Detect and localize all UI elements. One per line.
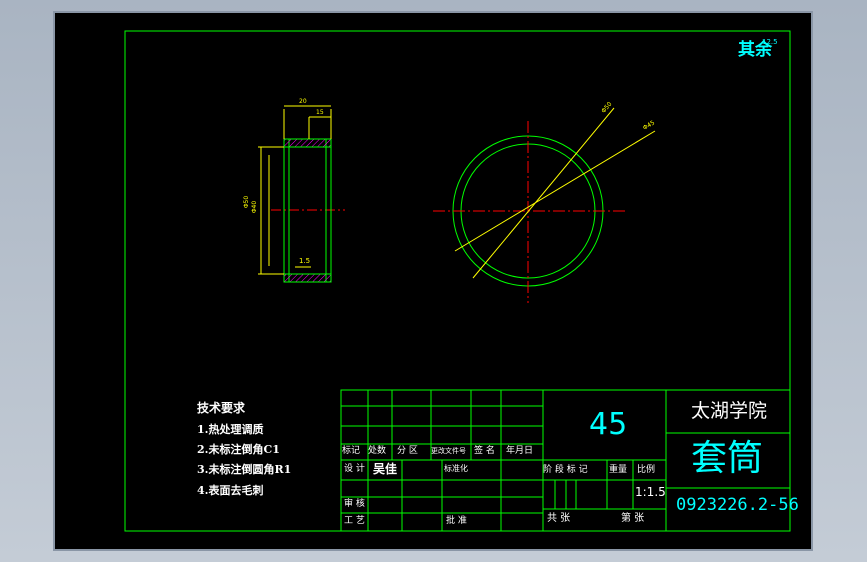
tb-header-date: 年月日 bbox=[506, 446, 534, 456]
drawing-viewport[interactable]: 其余 12.5 20 15 Φ50 Φ40 1.5 Φ50 Φ45 技术要求 1… bbox=[55, 13, 811, 549]
tb-sheet-no-label: 第 张 bbox=[621, 513, 645, 524]
tb-material: 45 bbox=[589, 407, 628, 442]
tb-school-name: 太湖学院 bbox=[691, 400, 768, 422]
tb-weight-label: 重量 bbox=[609, 465, 628, 475]
tb-designer-name: 吴佳 bbox=[373, 462, 398, 476]
tech-note-item: 2.未标注倒角C1 bbox=[197, 443, 280, 456]
overall-width-label: 20 bbox=[299, 98, 307, 105]
tb-stage-label: 阶 段 标 记 bbox=[543, 465, 588, 475]
tb-review-label: 审 核 bbox=[344, 499, 365, 509]
tb-drawing-number: 0923226.2-56 bbox=[676, 495, 799, 515]
inner-diameter-label: Φ40 bbox=[251, 200, 259, 214]
tb-standardize-label: 标准化 bbox=[444, 464, 468, 473]
tb-header-mark: 标记 bbox=[342, 446, 361, 456]
tech-notes-title: 技术要求 bbox=[197, 401, 246, 415]
tb-header-count: 处数 bbox=[368, 446, 387, 456]
tb-header-zone: 分 区 bbox=[397, 446, 418, 456]
tb-process-label: 工 艺 bbox=[344, 516, 365, 526]
tb-part-name: 套筒 bbox=[691, 438, 764, 479]
tb-header-signature: 签 名 bbox=[474, 446, 495, 456]
hatch-bottom bbox=[283, 273, 332, 283]
outer-diameter-label: Φ50 bbox=[243, 195, 251, 209]
tech-note-item: 1.热处理调质 bbox=[197, 423, 264, 436]
tech-note-item: 4.表面去毛刺 bbox=[197, 484, 264, 497]
surface-finish-value: 12.5 bbox=[762, 38, 778, 46]
step-width-label: 15 bbox=[316, 109, 324, 116]
tb-sheets-label: 共 张 bbox=[547, 513, 571, 524]
tb-approve-label: 批 准 bbox=[446, 516, 467, 526]
tech-note-item: 3.未标注倒圆角R1 bbox=[197, 463, 292, 476]
tb-scale-label: 比例 bbox=[637, 465, 656, 475]
hatch-top bbox=[283, 138, 332, 148]
tb-header-change-doc: 更改文件号 bbox=[431, 447, 466, 455]
section-view bbox=[258, 105, 345, 283]
tb-design-label: 设 计 bbox=[344, 464, 365, 474]
front-view bbox=[433, 107, 656, 303]
chamfer-label: 1.5 bbox=[299, 257, 311, 265]
tb-scale-value: 1:1.5 bbox=[635, 485, 666, 499]
